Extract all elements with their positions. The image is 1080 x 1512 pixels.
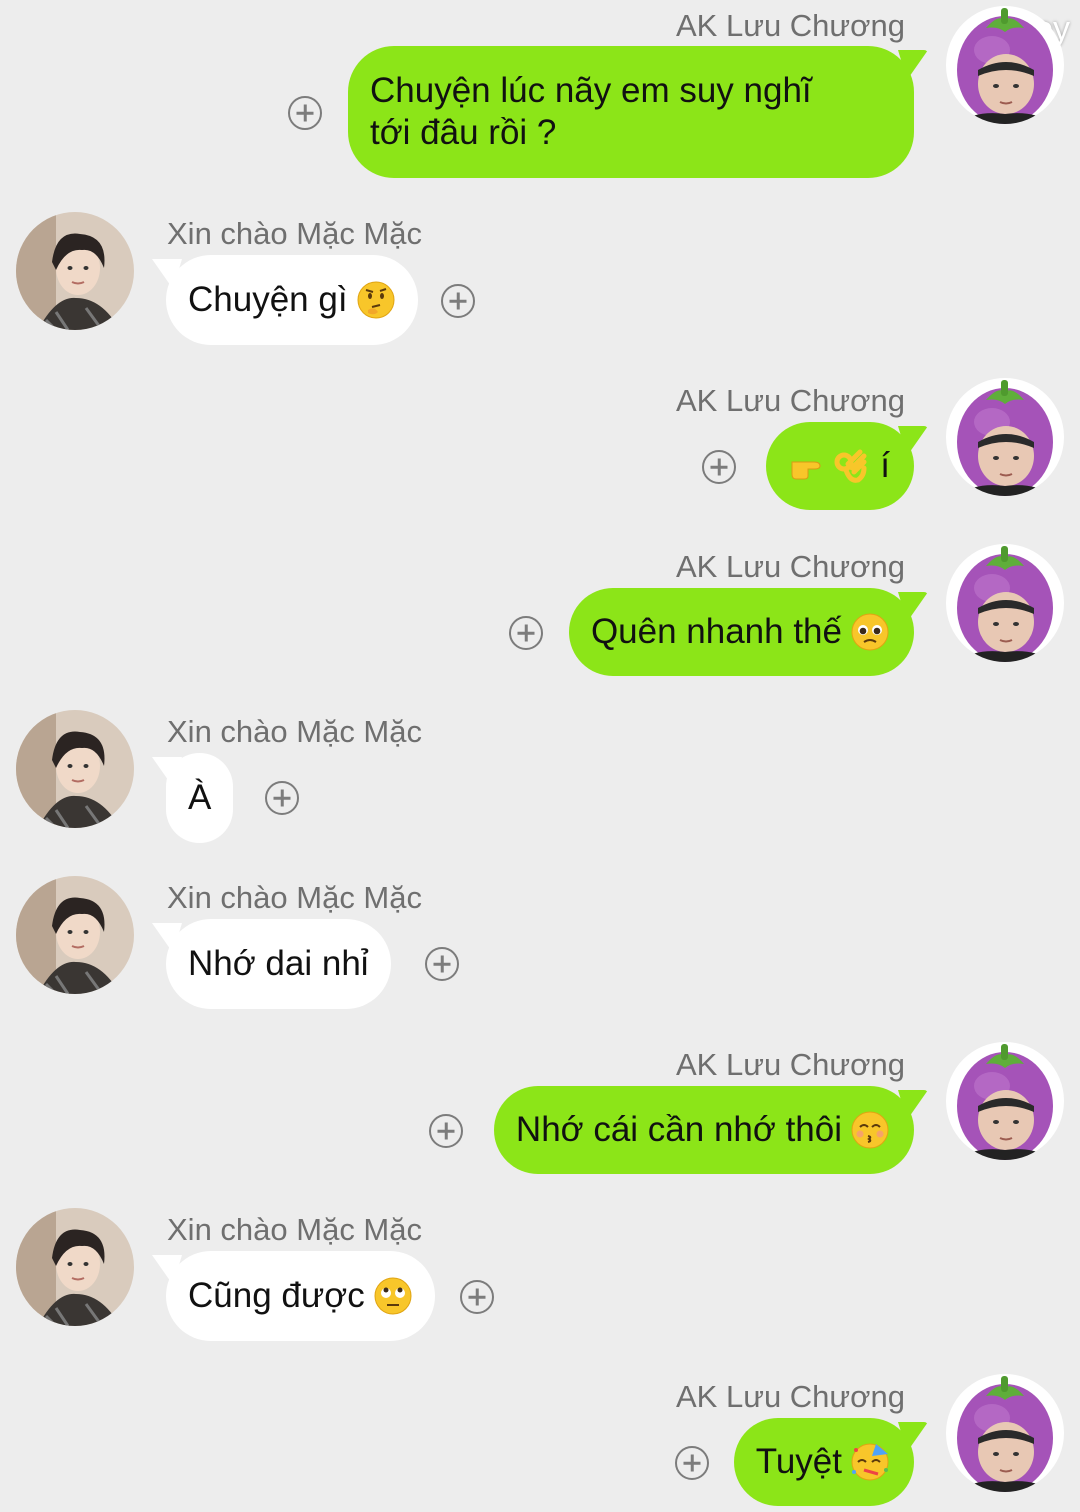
avatar[interactable] [946, 378, 1064, 496]
add-reaction-icon[interactable] [675, 1446, 709, 1480]
sender-name: AK Lưu Chương [675, 383, 905, 418]
avatar[interactable] [946, 6, 1064, 124]
message-bubble[interactable]: Nhớ dai nhỉ [166, 919, 391, 1009]
message-bubble[interactable]: Chuyện lúc nãy em suy nghĩ tới đâu rồi ? [348, 46, 914, 178]
message-bubble[interactable]: Chuyện gì [166, 255, 418, 345]
message-text: Cũng được [188, 1276, 365, 1315]
sender-name: Xin chào Mặc Mặc [167, 1212, 422, 1247]
avatar[interactable] [16, 710, 134, 828]
add-reaction-icon[interactable] [509, 616, 543, 650]
thinking-face-icon [356, 280, 396, 320]
pleading-face-icon [850, 612, 890, 652]
avatar[interactable] [946, 544, 1064, 662]
sender-name: AK Lưu Chương [675, 1379, 905, 1414]
message-text: Quên nhanh thế [590, 612, 842, 651]
add-reaction-icon[interactable] [702, 450, 736, 484]
avatar[interactable] [946, 1374, 1064, 1492]
message-bubble[interactable]: Cũng được [166, 1251, 435, 1341]
add-reaction-icon[interactable] [265, 781, 299, 815]
add-reaction-icon[interactable] [429, 1114, 463, 1148]
message-bubble[interactable]: Quên nhanh thế [568, 588, 914, 676]
avatar[interactable] [16, 1208, 134, 1326]
message-bubble[interactable]: Tuyệt [733, 1418, 914, 1506]
add-reaction-icon[interactable] [460, 1280, 494, 1314]
sender-name: Xin chào Mặc Mặc [167, 216, 422, 251]
message-bubble[interactable]: í [766, 422, 914, 510]
sender-name: AK Lưu Chương [675, 549, 905, 584]
add-reaction-icon[interactable] [288, 96, 322, 130]
sender-name: Xin chào Mặc Mặc [167, 880, 422, 915]
message-text: Nhớ cái cần nhớ thôi [515, 1110, 842, 1149]
pointing-right-icon [788, 446, 828, 486]
message-text: Chuyện gì [188, 280, 348, 319]
avatar[interactable] [16, 212, 134, 330]
message-text: Tuyệt [755, 1442, 842, 1481]
partying-face-icon [850, 1442, 890, 1482]
avatar[interactable] [16, 876, 134, 994]
sender-name: AK Lưu Chương [675, 1047, 905, 1082]
message-bubble[interactable]: Nhớ cái cần nhớ thôi [493, 1086, 914, 1174]
eye-roll-icon [373, 1276, 413, 1316]
message-text: í [880, 446, 890, 485]
message-bubble[interactable]: À [166, 753, 234, 843]
avatar[interactable] [946, 1042, 1064, 1160]
add-reaction-icon[interactable] [441, 284, 475, 318]
sender-name: AK Lưu Chương [675, 8, 905, 43]
ok-hand-icon [830, 446, 870, 486]
sender-name: Xin chào Mặc Mặc [167, 714, 422, 749]
message-text: À [188, 778, 212, 817]
message-text: Nhớ dai nhỉ [188, 944, 369, 983]
add-reaction-icon[interactable] [425, 947, 459, 981]
message-text: Chuyện lúc nãy em suy nghĩ tới đâu rồi ? [370, 71, 812, 152]
kissing-face-icon [850, 1110, 890, 1150]
